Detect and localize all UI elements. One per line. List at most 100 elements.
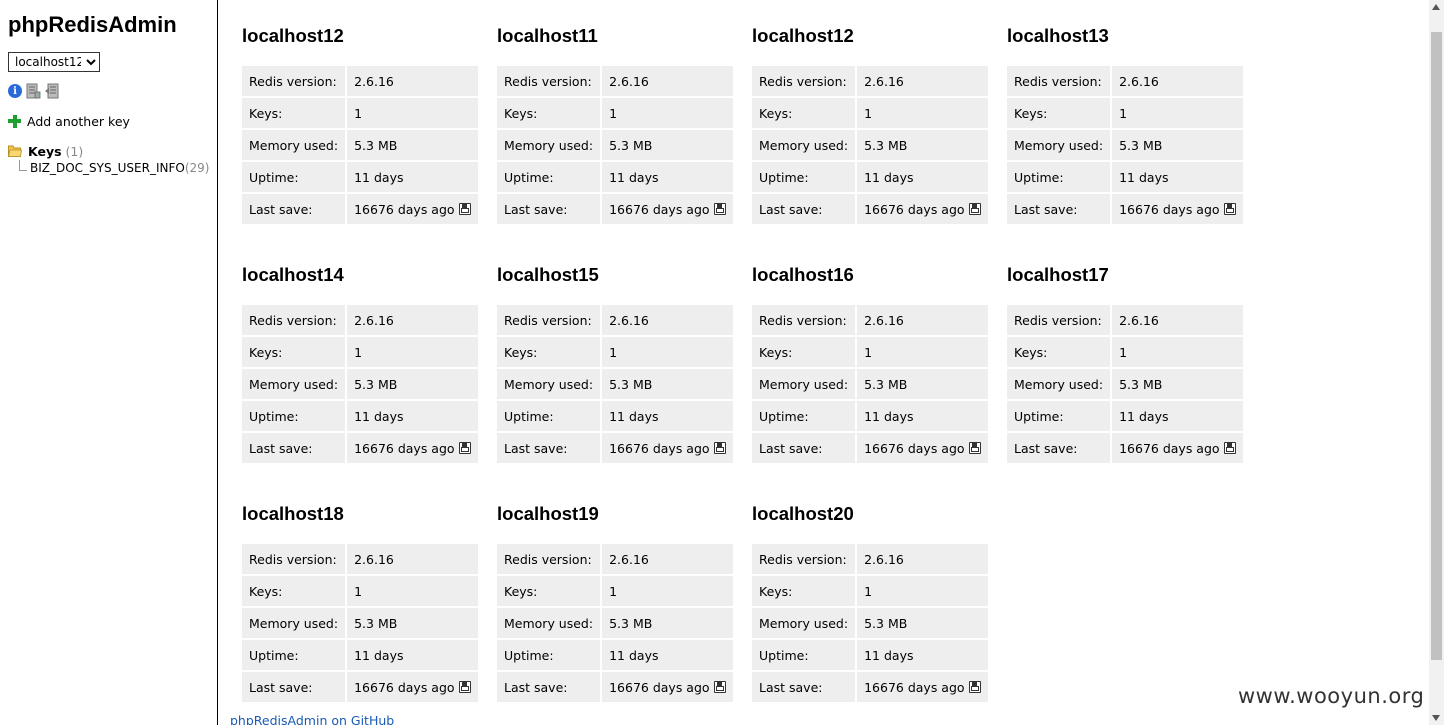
info-value: 5.3 MB (857, 369, 988, 399)
info-value: 1 (1112, 98, 1243, 128)
info-row-uptime: Uptime: 11 days (497, 640, 733, 670)
save-disk-icon[interactable] (968, 202, 981, 215)
info-label: Uptime: (1007, 401, 1111, 431)
info-value-text: 11 days (609, 169, 659, 185)
server-info-table: Redis version: 2.6.16 Keys: 1 Memory used: 5.… (1005, 64, 1245, 226)
scroll-up-arrow-icon[interactable] (1432, 4, 1440, 10)
info-value: 11 days (857, 162, 988, 192)
save-disk-icon[interactable] (968, 441, 981, 454)
scrollbar-thumb[interactable] (1431, 32, 1442, 660)
save-disk-icon[interactable] (458, 441, 471, 454)
server-block: localhost18 Redis version: 2.6.16 Keys: 1 Mem… (242, 502, 478, 704)
info-value: 11 days (347, 640, 478, 670)
info-value-text: 5.3 MB (864, 137, 908, 153)
app-title[interactable]: phpRedisAdmin (8, 12, 217, 38)
tree-root-keys[interactable]: Keys (1) (8, 142, 217, 160)
info-value: 1 (857, 337, 988, 367)
info-label: Memory used: (497, 369, 601, 399)
info-value-text: 1 (1119, 105, 1128, 121)
save-disk-icon[interactable] (1223, 441, 1236, 454)
info-value-text: 5.3 MB (354, 376, 398, 392)
add-key-label[interactable]: Add another key (27, 114, 130, 129)
info-label: Memory used: (242, 369, 346, 399)
save-disk-icon[interactable] (968, 680, 981, 693)
info-label: Last save: (497, 672, 601, 702)
save-disk-icon[interactable] (458, 202, 471, 215)
info-label: Keys: (497, 337, 601, 367)
info-value: 1 (347, 576, 478, 606)
info-row-keys: Keys: 1 (242, 337, 478, 367)
info-value-text: 16676 days ago (609, 440, 710, 456)
info-row-uptime: Uptime: 11 days (1007, 162, 1243, 192)
server-block: localhost15 Redis version: 2.6.16 Keys: 1 Mem… (497, 263, 733, 465)
info-value: 1 (602, 576, 733, 606)
info-label: Memory used: (242, 608, 346, 638)
info-row-last-save: Last save: 16676 days ago (1007, 194, 1243, 224)
info-value: 2.6.16 (602, 66, 733, 96)
save-disk-icon[interactable] (713, 202, 726, 215)
tree-leaf-count: (29) (184, 161, 210, 175)
info-label: Keys: (242, 576, 346, 606)
info-value: 11 days (857, 640, 988, 670)
server-name: localhost11 (497, 25, 598, 46)
info-value: 5.3 MB (602, 369, 733, 399)
vertical-scrollbar[interactable] (1429, 0, 1444, 725)
info-value-text: 16676 days ago (1119, 201, 1220, 217)
info-row-uptime: Uptime: 11 days (752, 401, 988, 431)
info-label: Uptime: (497, 162, 601, 192)
database-export-icon[interactable] (45, 83, 60, 99)
server-block: localhost12 Redis version: 2.6.16 Keys: 1 Mem… (752, 24, 988, 226)
info-value-text: 5.3 MB (609, 615, 653, 631)
sidebar: phpRedisAdmin localhost12 i Add another … (0, 0, 218, 725)
server-info-table: Redis version: 2.6.16 Keys: 1 Memory used: 5.… (240, 542, 480, 704)
server-info-table: Redis version: 2.6.16 Keys: 1 Memory used: 5.… (495, 303, 735, 465)
server-info-table: Redis version: 2.6.16 Keys: 1 Memory used: 5.… (240, 64, 480, 226)
info-row-last-save: Last save: 16676 days ago (1007, 433, 1243, 463)
info-row-last-save: Last save: 16676 days ago (497, 672, 733, 702)
save-disk-icon[interactable] (458, 680, 471, 693)
info-label: Memory used: (1007, 130, 1111, 160)
info-value-text: 16676 days ago (354, 440, 455, 456)
add-key-link[interactable]: Add another key (8, 112, 217, 130)
info-label: Keys: (242, 337, 346, 367)
info-row-memory-used: Memory used: 5.3 MB (752, 130, 988, 160)
info-label: Uptime: (242, 401, 346, 431)
save-disk-icon[interactable] (1223, 202, 1236, 215)
info-value: 2.6.16 (347, 305, 478, 335)
server-info-table: Redis version: 2.6.16 Keys: 1 Memory used: 5.… (750, 303, 990, 465)
info-label: Memory used: (1007, 369, 1111, 399)
info-value: 16676 days ago (857, 433, 988, 463)
server-block: localhost11 Redis version: 2.6.16 Keys: 1 Mem… (497, 24, 733, 226)
save-disk-icon[interactable] (713, 680, 726, 693)
info-value-text: 1 (864, 344, 873, 360)
info-row-uptime: Uptime: 11 days (242, 162, 478, 192)
info-label: Last save: (242, 672, 346, 702)
info-value: 11 days (1112, 401, 1243, 431)
github-link[interactable]: phpRedisAdmin on GitHub (230, 713, 394, 725)
scroll-down-arrow-icon[interactable] (1432, 715, 1440, 721)
info-value-text: 1 (354, 105, 363, 121)
tree-leaf-key[interactable]: BIZ_DOC_SYS_USER_INFO(29) (8, 160, 217, 177)
server-select[interactable]: localhost12 (8, 52, 100, 72)
info-row-redis-version: Redis version: 2.6.16 (242, 66, 478, 96)
info-value-text: 11 days (1119, 169, 1169, 185)
info-value: 5.3 MB (857, 608, 988, 638)
info-value: 5.3 MB (347, 130, 478, 160)
tree-root-label[interactable]: Keys (28, 144, 62, 159)
server-block: localhost20 Redis version: 2.6.16 Keys: 1 Mem… (752, 502, 988, 704)
info-icon[interactable]: i (8, 84, 22, 98)
database-info-icon[interactable] (26, 83, 41, 99)
info-value-text: 11 days (864, 647, 914, 663)
save-disk-icon[interactable] (713, 441, 726, 454)
info-label: Keys: (497, 576, 601, 606)
tree-leaf-label[interactable]: BIZ_DOC_SYS_USER_INFO (30, 161, 185, 175)
info-value-text: 2.6.16 (864, 551, 904, 567)
info-value-text: 11 days (864, 408, 914, 424)
info-row-memory-used: Memory used: 5.3 MB (1007, 369, 1243, 399)
info-value: 11 days (347, 401, 478, 431)
info-value: 5.3 MB (1112, 130, 1243, 160)
info-value-text: 5.3 MB (864, 376, 908, 392)
info-label: Keys: (1007, 337, 1111, 367)
info-value: 2.6.16 (857, 544, 988, 574)
info-row-keys: Keys: 1 (497, 576, 733, 606)
